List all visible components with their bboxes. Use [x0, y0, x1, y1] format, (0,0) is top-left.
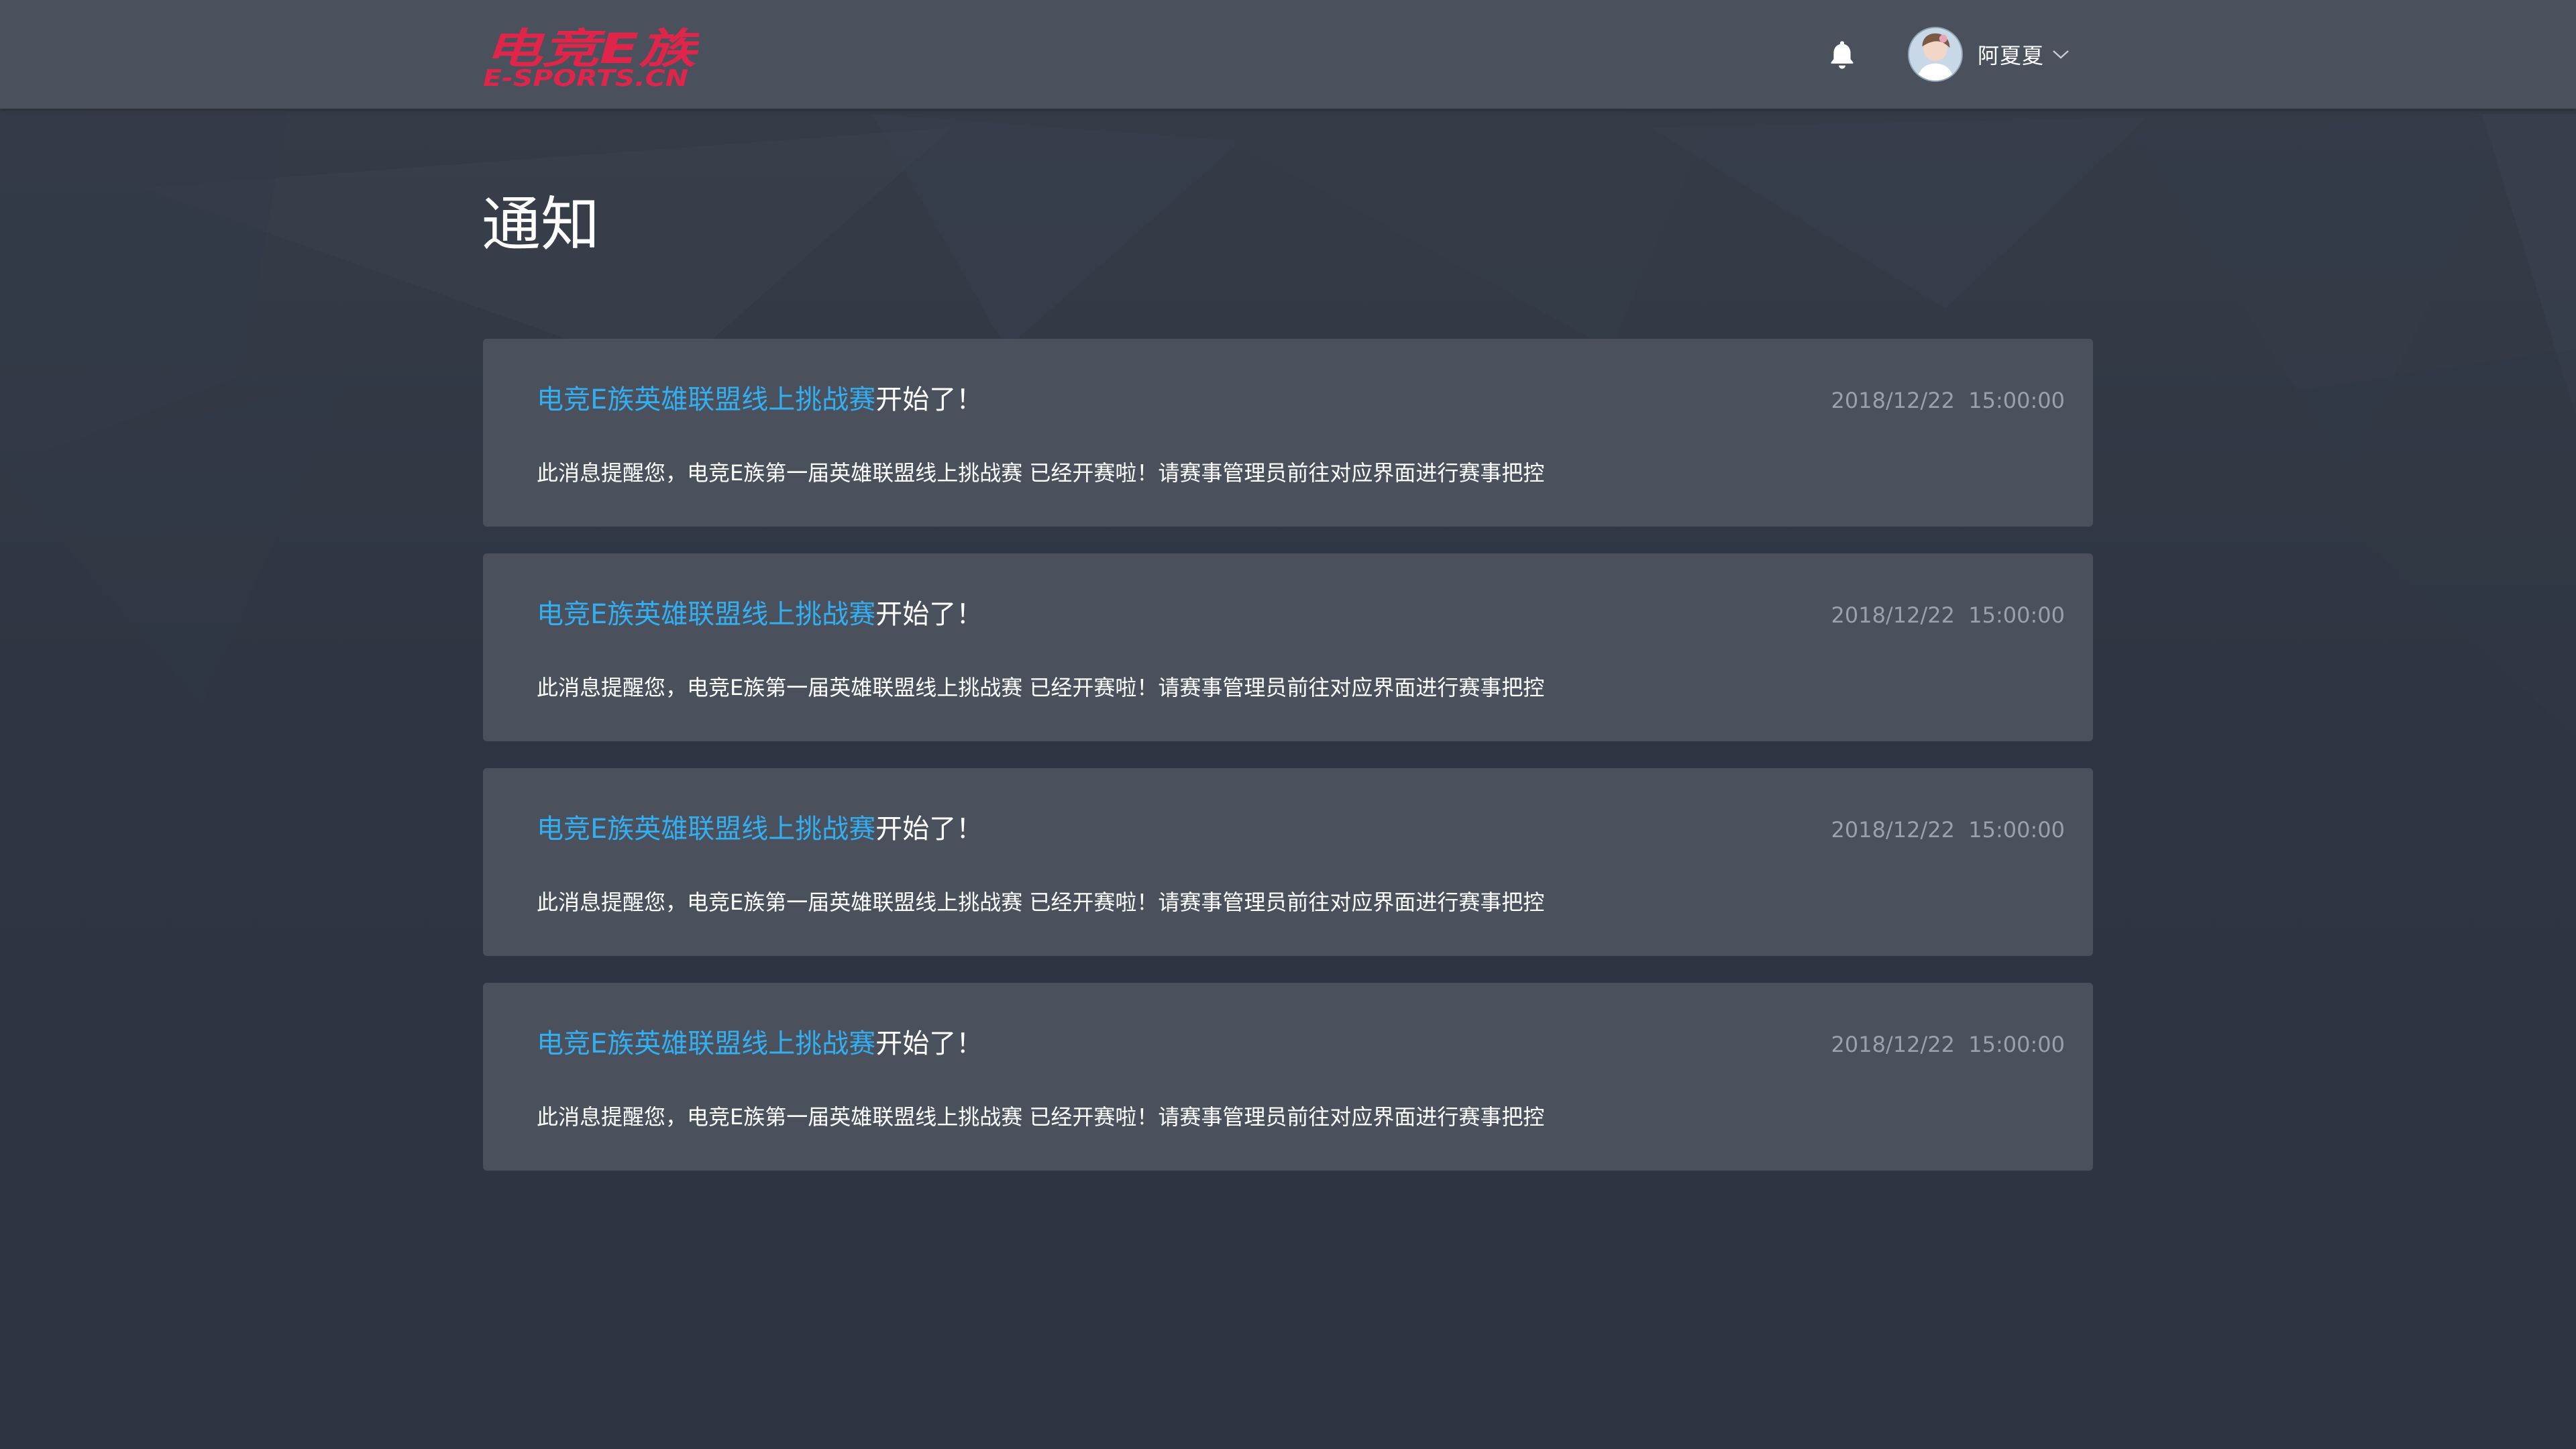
- notifications-page: 电竞E族 E-SPORTS.CN 阿夏夏 通知 电竞E族英雄联盟线上挑战赛开始了…: [0, 0, 2576, 1449]
- notification-title: 电竞E族英雄联盟线上挑战赛开始了！: [537, 378, 983, 422]
- notification-title: 电竞E族英雄联盟线上挑战赛开始了！: [537, 1022, 983, 1066]
- title-suffix: 开始了！: [875, 1028, 983, 1059]
- svg-text:E-SPORTS.CN: E-SPORTS.CN: [483, 65, 688, 89]
- notification-body: 此消息提醒您，电竞E族第一届英雄联盟线上挑战赛 已经开赛啦！请赛事管理员前往对应…: [537, 460, 1545, 486]
- notification-card[interactable]: 电竞E族英雄联盟线上挑战赛开始了！ 2018/12/22 15:00:00 此消…: [483, 768, 2093, 956]
- notification-title: 电竞E族英雄联盟线上挑战赛开始了！: [537, 592, 983, 637]
- notification-list: 电竞E族英雄联盟线上挑战赛开始了！ 2018/12/22 15:00:00 此消…: [483, 339, 2093, 1197]
- notification-card[interactable]: 电竞E族英雄联盟线上挑战赛开始了！ 2018/12/22 15:00:00 此消…: [483, 553, 2093, 741]
- notification-time: 2018/12/22 15:00:00: [1831, 388, 2065, 413]
- page-title: 通知: [482, 190, 600, 259]
- bell-icon[interactable]: [1825, 38, 1860, 72]
- user-name[interactable]: 阿夏夏: [1978, 39, 2044, 70]
- title-suffix: 开始了！: [875, 599, 983, 630]
- notification-body: 此消息提醒您，电竞E族第一届英雄联盟线上挑战赛 已经开赛啦！请赛事管理员前往对应…: [537, 1104, 1545, 1130]
- event-link[interactable]: 电竞E族英雄联盟线上挑战赛: [537, 384, 875, 415]
- event-link[interactable]: 电竞E族英雄联盟线上挑战赛: [537, 1028, 875, 1059]
- notification-title: 电竞E族英雄联盟线上挑战赛开始了！: [537, 807, 983, 851]
- avatar-image: [1909, 28, 1962, 80]
- esports-logo[interactable]: 电竞E族 E-SPORTS.CN: [482, 20, 699, 89]
- notification-time: 2018/12/22 15:00:00: [1831, 1032, 2065, 1057]
- notification-time: 2018/12/22 15:00:00: [1831, 602, 2065, 628]
- top-header: 电竞E族 E-SPORTS.CN 阿夏夏: [0, 0, 2576, 109]
- event-link[interactable]: 电竞E族英雄联盟线上挑战赛: [537, 599, 875, 630]
- chevron-down-icon[interactable]: [2052, 49, 2070, 60]
- title-suffix: 开始了！: [875, 384, 983, 415]
- title-suffix: 开始了！: [875, 814, 983, 845]
- notification-body: 此消息提醒您，电竞E族第一届英雄联盟线上挑战赛 已经开赛啦！请赛事管理员前往对应…: [537, 675, 1545, 700]
- user-menu[interactable]: 阿夏夏: [1908, 25, 2070, 83]
- notification-body: 此消息提醒您，电竞E族第一届英雄联盟线上挑战赛 已经开赛啦！请赛事管理员前往对应…: [537, 890, 1545, 915]
- notification-card[interactable]: 电竞E族英雄联盟线上挑战赛开始了！ 2018/12/22 15:00:00 此消…: [483, 339, 2093, 527]
- avatar[interactable]: [1908, 27, 1963, 82]
- event-link[interactable]: 电竞E族英雄联盟线上挑战赛: [537, 814, 875, 845]
- notification-card[interactable]: 电竞E族英雄联盟线上挑战赛开始了！ 2018/12/22 15:00:00 此消…: [483, 983, 2093, 1171]
- notification-time: 2018/12/22 15:00:00: [1831, 817, 2065, 843]
